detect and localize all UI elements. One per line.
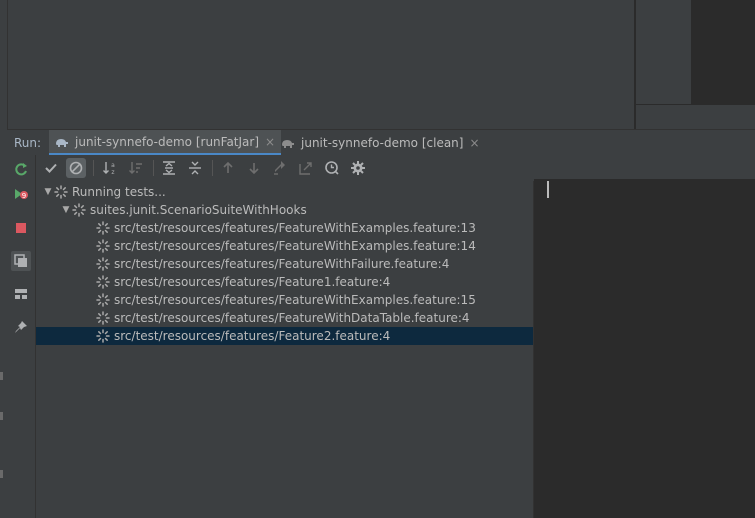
test-results-tree: ▼ Running tests... ▼ suites.junit.Scenar… — [36, 181, 593, 518]
spinner-icon — [96, 221, 110, 235]
toolbar-separator — [153, 160, 154, 176]
tab-clean[interactable]: junit-synnefo-demo [clean] × — [275, 130, 486, 156]
settings-button[interactable] — [348, 158, 368, 178]
rerun-button[interactable] — [11, 160, 31, 180]
tab-runfatjar[interactable]: junit-synnefo-demo [runFatJar] × — [49, 130, 282, 156]
tree-test-label: src/test/resources/features/FeatureWithE… — [114, 293, 476, 307]
expand-all-button[interactable] — [159, 158, 179, 178]
spinner-icon — [72, 203, 86, 217]
show-passed-button[interactable] — [41, 158, 61, 178]
toolbar-separator — [93, 160, 94, 176]
spinner-icon — [96, 329, 110, 343]
split-icon — [15, 289, 27, 299]
stop-icon — [16, 223, 26, 233]
tree-suite-label: suites.junit.ScenarioSuiteWithHooks — [90, 203, 307, 217]
sort-by-duration-button[interactable] — [126, 158, 146, 178]
sort-alpha-icon: a z — [103, 162, 115, 176]
tree-suite-row[interactable]: ▼ suites.junit.ScenarioSuiteWithHooks — [36, 201, 557, 219]
gradle-elephant-icon — [56, 138, 68, 147]
test-runner-toolbar: a z — [36, 155, 755, 182]
spinner-icon — [54, 185, 68, 199]
gradle-elephant-icon — [282, 140, 294, 148]
text-caret — [547, 181, 549, 198]
toolbar-separator — [212, 160, 213, 176]
tree-root-label: Running tests... — [72, 185, 166, 199]
gear-icon — [351, 161, 365, 175]
tab-runfatjar-close-icon[interactable]: × — [265, 135, 275, 149]
svg-text:z: z — [111, 169, 114, 176]
tree-test-label: src/test/resources/features/FeatureWithF… — [114, 257, 450, 271]
sort-duration-icon — [129, 162, 142, 174]
tree-test-row[interactable]: src/test/resources/features/FeatureWithD… — [36, 309, 593, 327]
ignored-icon — [69, 161, 83, 175]
test-history-button[interactable] — [322, 158, 342, 178]
restore-layout-button[interactable] — [11, 251, 31, 271]
tree-test-label: src/test/resources/features/FeatureWithE… — [114, 221, 476, 235]
rerun-failed-icon: 9 — [15, 189, 28, 200]
svg-text:a: a — [111, 162, 115, 169]
rerun-icon — [15, 163, 27, 176]
tree-test-label: src/test/resources/features/FeatureWithE… — [114, 239, 476, 253]
tree-test-label: src/test/resources/features/FeatureWithD… — [114, 311, 470, 325]
tree-test-row[interactable]: src/test/resources/features/FeatureWithE… — [36, 291, 593, 309]
sort-alphabetically-button[interactable]: a z — [100, 158, 120, 178]
svg-text:9: 9 — [22, 192, 26, 200]
expand-arrow-icon[interactable]: ▼ — [60, 205, 72, 215]
editor-left-strip — [0, 0, 8, 129]
tab-runfatjar-label: junit-synnefo-demo [runFatJar] — [75, 134, 260, 149]
editor-right-divider — [636, 104, 755, 105]
collapse-all-button[interactable] — [185, 158, 205, 178]
arrow-up-icon — [223, 161, 233, 173]
pin-icon — [15, 321, 27, 333]
split-view-button[interactable] — [11, 284, 31, 304]
tree-test-row[interactable]: src/test/resources/features/Feature1.fea… — [36, 273, 593, 291]
arrow-down-icon — [249, 163, 259, 175]
layout-icon — [14, 254, 27, 267]
rerun-failed-button[interactable]: 9 — [11, 184, 31, 204]
left-edge-marker — [0, 412, 3, 420]
tree-root-row[interactable]: ▼ Running tests... — [36, 183, 539, 201]
pin-tab-button[interactable] — [11, 317, 31, 337]
spinner-icon — [96, 257, 110, 271]
expand-arrow-icon[interactable]: ▼ — [42, 187, 54, 197]
tab-clean-close-icon[interactable]: × — [469, 136, 479, 150]
tree-test-row[interactable]: src/test/resources/features/FeatureWithE… — [36, 237, 593, 255]
run-vertical-toolbar: 9 — [7, 155, 36, 518]
left-edge-marker — [0, 372, 3, 380]
tree-test-label: src/test/resources/features/Feature1.fea… — [114, 275, 391, 289]
next-failed-button[interactable] — [244, 158, 264, 178]
editor-right-inner-pane — [691, 0, 755, 104]
run-tool-window-header: Run: junit-synnefo-demo [runFatJar] × ju… — [7, 129, 755, 157]
spinner-icon — [96, 275, 110, 289]
spinner-icon — [96, 239, 110, 253]
tree-test-row[interactable]: src/test/resources/features/FeatureWithE… — [36, 219, 593, 237]
export-icon — [299, 162, 312, 175]
collapse-all-icon — [189, 161, 201, 175]
show-ignored-button[interactable] — [66, 158, 86, 178]
import-tests-button[interactable] — [270, 158, 290, 178]
spinner-icon — [96, 293, 110, 307]
history-icon — [325, 161, 339, 175]
tab-clean-label: junit-synnefo-demo [clean] — [301, 136, 464, 150]
previous-failed-button[interactable] — [218, 158, 238, 178]
left-edge-marker — [0, 470, 3, 478]
tree-test-row[interactable]: src/test/resources/features/FeatureWithF… — [36, 255, 593, 273]
stop-button[interactable] — [11, 218, 31, 238]
tree-test-row-selected[interactable]: src/test/resources/features/Feature2.fea… — [36, 327, 593, 345]
import-icon — [274, 161, 285, 175]
export-tests-button[interactable] — [296, 158, 316, 178]
expand-all-icon — [163, 161, 175, 175]
check-icon — [45, 163, 57, 173]
console-output[interactable] — [533, 181, 755, 518]
tree-test-label: src/test/resources/features/Feature2.fea… — [114, 329, 391, 343]
spinner-icon — [96, 311, 110, 325]
run-label: Run: — [14, 136, 42, 150]
